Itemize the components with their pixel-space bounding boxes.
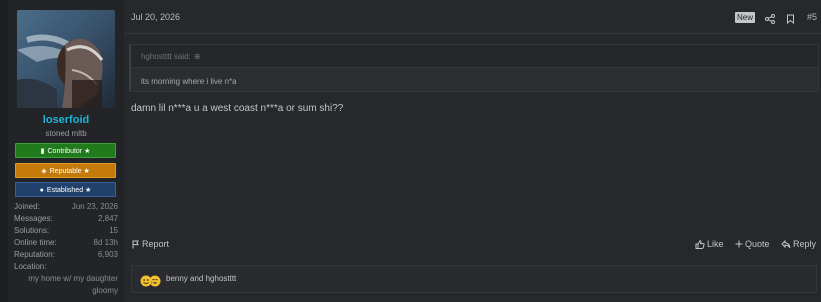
- quote-header[interactable]: hghostttt said: ⊕: [141, 52, 201, 61]
- quote-author[interactable]: hghostttt said:: [141, 52, 191, 61]
- reactions-bar[interactable]: benny and hghostttt: [131, 265, 817, 293]
- stat-label: Location:: [14, 262, 47, 271]
- bookmark-icon[interactable]: [786, 11, 795, 29]
- post-message: damn lil n***a u a west coast n***a or s…: [131, 103, 344, 114]
- stat-value[interactable]: 2,847: [98, 213, 118, 225]
- user-icon: ●: [39, 187, 44, 194]
- stat-location: Location:: [14, 261, 118, 273]
- arrow-up-circle-icon[interactable]: ⊕: [194, 52, 201, 61]
- share-icon[interactable]: [765, 11, 775, 29]
- post-number[interactable]: #5: [807, 12, 817, 22]
- like-button[interactable]: Like: [695, 239, 724, 249]
- flag-icon: [132, 240, 140, 249]
- quote-text: its morning where i live n*a: [141, 77, 237, 86]
- quote-label: Quote: [745, 239, 770, 249]
- like-icon: [695, 239, 705, 249]
- stat-messages: Messages: 2,847: [14, 213, 118, 225]
- post: Jul 20, 2026 New #5 hghostttt said: ⊕ its…: [124, 0, 821, 302]
- contributor-banner: ▮ Contributor ★: [15, 143, 116, 158]
- reactions-text[interactable]: benny and hghostttt: [166, 274, 236, 283]
- plus-icon: [735, 240, 743, 248]
- stat-value: Jun 23, 2026: [71, 202, 118, 211]
- reputable-label: Reputable ★: [49, 168, 90, 175]
- quote-button[interactable]: Quote: [735, 239, 770, 249]
- reaction-icons: [140, 274, 162, 287]
- post-actions: Report Like Quote Reply: [124, 239, 821, 253]
- established-label: Established ★: [46, 187, 92, 194]
- like-label: Like: [707, 239, 724, 249]
- header-divider: [124, 33, 821, 34]
- stat-joined: Joined: Jun 23, 2026: [14, 201, 118, 213]
- stat-reputation: Reputation: 6,903: [14, 249, 118, 261]
- report-button[interactable]: Report: [132, 239, 169, 249]
- stat-label: Reputation:: [14, 250, 55, 259]
- post-date[interactable]: Jul 20, 2026: [131, 12, 180, 22]
- contributor-label: Contributor ★: [47, 148, 91, 155]
- quote-block: hghostttt said: ⊕ its morning where i liv…: [129, 44, 819, 92]
- user-title: stoned mltb: [45, 129, 87, 138]
- stat-value: 8d 13h: [93, 238, 118, 247]
- reputable-banner: ◈ Reputable ★: [15, 163, 116, 178]
- reply-button[interactable]: Reply: [781, 239, 816, 249]
- stat-online-time: Online time: 8d 13h: [14, 237, 118, 249]
- user-panel: loserfoid stoned mltb ▮ Contributor ★ ◈ Re…: [8, 0, 125, 302]
- report-label: Report: [142, 239, 170, 249]
- reply-label: Reply: [793, 239, 817, 249]
- stat-label: Online time:: [14, 238, 57, 247]
- new-badge: New: [735, 12, 756, 23]
- username[interactable]: loserfoid: [8, 114, 124, 126]
- stat-label: Messages:: [14, 214, 53, 223]
- location-value[interactable]: my home w/ my daughter gloomy: [14, 273, 118, 297]
- stat-value: 15: [109, 226, 118, 235]
- reply-icon: [781, 239, 791, 249]
- established-banner: ● Established ★: [15, 182, 116, 197]
- stat-label: Solutions:: [14, 226, 50, 235]
- handshake-icon: ◈: [41, 168, 47, 175]
- stat-value: 6,903: [97, 250, 118, 259]
- stat-label: Joined:: [14, 202, 40, 211]
- quote-body: its morning where i live n*a: [131, 67, 818, 91]
- user-stats: Joined: Jun 23, 2026 Messages: 2,847 Sol…: [14, 201, 118, 297]
- stat-solutions: Solutions: 15: [14, 225, 118, 237]
- avatar[interactable]: [17, 10, 115, 108]
- book-icon: ▮: [40, 148, 45, 155]
